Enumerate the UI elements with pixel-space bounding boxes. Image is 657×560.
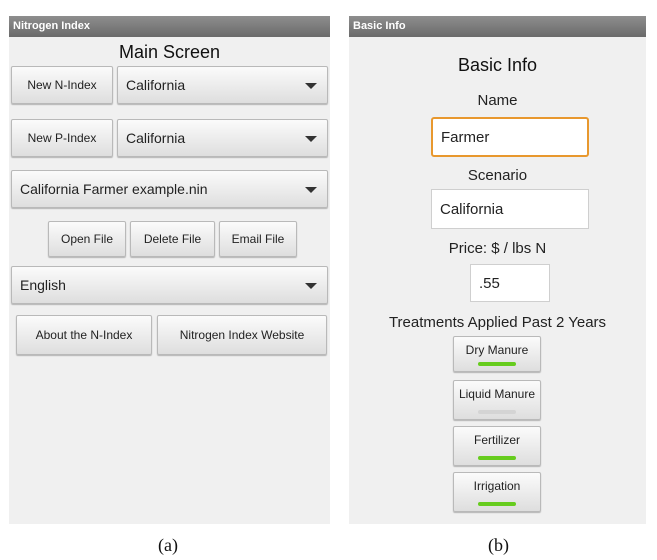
delete-file-button[interactable]: Delete File — [130, 221, 215, 257]
p-index-state-value: California — [126, 130, 186, 146]
price-field-value: .55 — [479, 274, 500, 292]
scenario-label: Scenario — [467, 167, 528, 184]
email-file-button[interactable]: Email File — [219, 221, 297, 257]
n-index-state-value: California — [126, 77, 186, 93]
nitrogen-index-website-button[interactable]: Nitrogen Index Website — [157, 315, 327, 355]
file-select-value: California Farmer example.nin — [20, 181, 208, 197]
liquid-manure-toggle[interactable]: Liquid Manure — [453, 380, 541, 420]
toggle-indicator — [478, 362, 516, 366]
toggle-indicator — [478, 502, 516, 506]
new-p-index-button[interactable]: New P-Index — [11, 119, 113, 157]
caption-a: (a) — [158, 535, 178, 555]
main-screen-panel: Nitrogen Index Main Screen New N-Index C… — [9, 16, 330, 524]
dry-manure-toggle[interactable]: Dry Manure — [453, 336, 541, 372]
toggle-label: Fertilizer — [473, 433, 520, 447]
name-label: Name — [477, 92, 518, 109]
name-field[interactable]: Farmer — [431, 117, 589, 157]
toggle-indicator — [478, 456, 516, 460]
chevron-down-icon — [305, 283, 317, 289]
p-index-state-select[interactable]: California — [117, 119, 328, 157]
treatments-label: Treatments Applied Past 2 Years — [388, 314, 607, 331]
about-n-index-button[interactable]: About the N-Index — [16, 315, 152, 355]
irrigation-toggle[interactable]: Irrigation — [453, 472, 541, 512]
caption-b: (b) — [488, 535, 509, 555]
open-file-button[interactable]: Open File — [48, 221, 126, 257]
new-n-index-button[interactable]: New N-Index — [11, 66, 113, 104]
basic-info-panel: Basic Info Basic Info Name Farmer Scenar… — [349, 16, 646, 524]
price-label: Price: $ / lbs N — [448, 240, 547, 257]
toggle-indicator — [478, 410, 516, 414]
chevron-down-icon — [305, 83, 317, 89]
language-select[interactable]: English — [11, 266, 328, 304]
chevron-down-icon — [305, 187, 317, 193]
scenario-field[interactable]: California — [431, 189, 589, 229]
screen-title-bar: Basic Info — [349, 16, 646, 37]
file-select[interactable]: California Farmer example.nin — [11, 170, 328, 208]
toggle-label: Liquid Manure — [458, 387, 536, 401]
language-select-value: English — [20, 277, 66, 293]
app-title-bar: Nitrogen Index — [9, 16, 330, 37]
chevron-down-icon — [305, 136, 317, 142]
scenario-field-value: California — [440, 200, 504, 218]
page-title: Basic Info — [457, 55, 538, 75]
fertilizer-toggle[interactable]: Fertilizer — [453, 426, 541, 466]
page-title: Main Screen — [118, 42, 221, 62]
name-field-value: Farmer — [441, 128, 490, 146]
toggle-label: Irrigation — [473, 479, 521, 493]
price-field[interactable]: .55 — [470, 264, 550, 302]
n-index-state-select[interactable]: California — [117, 66, 328, 104]
toggle-label: Dry Manure — [465, 343, 529, 357]
